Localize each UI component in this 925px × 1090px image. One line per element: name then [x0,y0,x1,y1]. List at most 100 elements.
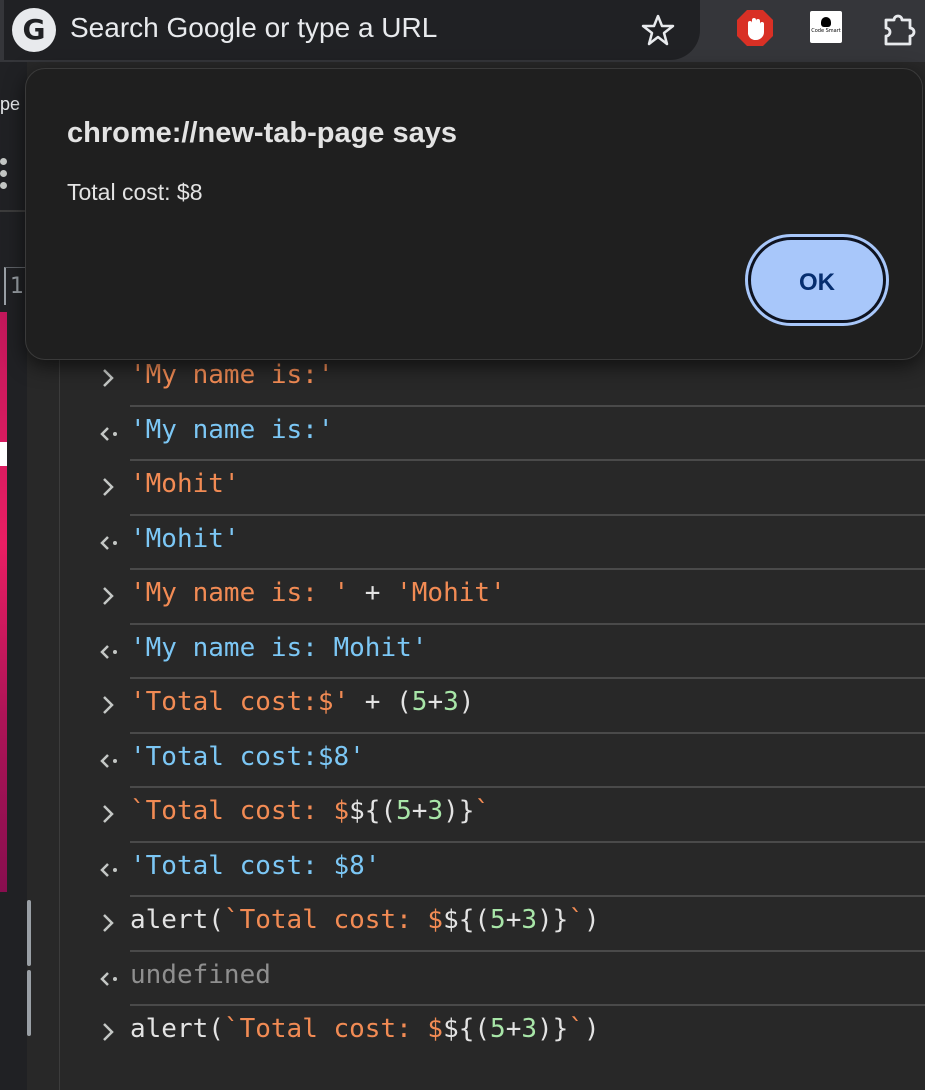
code-token: 'My name is:' [130,360,334,390]
console-code: 'My name is: Mohit' [130,633,427,663]
console-code: 'Mohit' [130,469,240,499]
code-smart-logo-icon [821,17,831,27]
console-code: alert(`Total cost: $${(5+3)}`) [130,905,600,935]
code-token: 'Mohit' [130,469,240,499]
browser-toolbar: G Search Google or type a URL Code Smart [0,0,925,62]
code-token: 3 [443,687,459,717]
code-token: 'Mohit' [396,578,506,608]
console-input-row[interactable]: 'Mohit' [60,461,925,516]
code-token: ` [568,905,584,935]
code-smart-icon[interactable]: Code Smart [810,11,842,43]
omnibox-placeholder[interactable]: Search Google or type a URL [70,12,437,44]
code-token: ) [458,687,475,717]
code-token: 5 [411,687,428,717]
code-token: + [427,687,444,717]
code-token: + [505,905,522,935]
code-token: 5 [490,905,506,935]
console-code: `Total cost: $${(5+3)}` [130,796,490,826]
code-token: alert( [130,905,224,935]
code-token: )} [537,905,569,935]
code-token: 3 [427,796,444,826]
partial-page-text: pe [0,94,21,114]
output-arrow-icon [100,535,117,550]
code-token: undefined [130,959,271,990]
code-token: )} [443,796,475,826]
code-token: 'My name is:' [130,414,334,445]
console-code: 'My name is: ' + 'Mohit' [130,578,506,608]
console-sidebar [27,340,60,1090]
divider [0,210,27,212]
ruler-marker: 1 [4,267,26,305]
console-input-row[interactable]: 'My name is:' [60,352,925,407]
dialog-message: Total cost: $8 [67,179,203,205]
code-token: ${( [443,1014,491,1044]
console-output-row[interactable]: undefined [60,952,925,1006]
console-output-row[interactable]: 'Total cost: $8' [60,843,925,897]
console-code: 'Total cost: $8' [130,851,380,881]
output-arrow-icon [100,753,117,768]
code-token: ) [583,1014,600,1044]
code-token: 'Total cost: $8' [130,850,381,881]
extensions-puzzle-icon[interactable] [880,8,920,48]
code-token: ${( [349,796,397,826]
resize-handle[interactable] [27,900,41,1036]
omnibox[interactable]: G Search Google or type a URL [4,0,700,60]
input-chevron-icon [103,587,114,605]
console-output-row[interactable]: 'Mohit' [60,516,925,570]
code-token: + [349,578,397,608]
code-token: `Total cost: $ [223,905,444,935]
code-token: )} [537,1014,569,1044]
page-edge: pe 1 [0,62,27,1090]
code-token: alert( [130,1014,224,1044]
console-code: alert(`Total cost: $${(5+3)}`) [130,1014,600,1044]
output-arrow-icon [100,644,117,659]
console-code: 'My name is:' [130,360,334,390]
page-image-highlight [0,442,7,466]
input-chevron-icon [103,369,114,387]
bookmark-star-icon[interactable] [636,8,680,52]
code-token: 'My name is: Mohit' [130,632,428,663]
code-token: 3 [521,1014,538,1044]
code-token: ) [583,905,600,935]
input-chevron-icon [103,696,114,714]
google-logo-icon: G [12,8,56,52]
console-code: 'Total cost:$8' [130,742,365,772]
ok-button[interactable]: OK [748,237,886,323]
code-token: + ( [349,687,412,717]
output-arrow-icon [100,971,117,986]
output-arrow-icon [100,426,117,441]
console-output-row[interactable]: 'My name is:' [60,407,925,461]
input-chevron-icon [103,478,114,496]
code-token: ` [568,1014,584,1044]
console-output-row[interactable]: 'My name is: Mohit' [60,625,925,679]
console-output-row[interactable]: 'Total cost:$8' [60,734,925,788]
console-input-row[interactable]: alert(`Total cost: $${(5+3)}`) [60,1006,925,1061]
code-token: 'My name is: ' [130,578,350,608]
console-code: 'Mohit' [130,524,240,554]
console-input-row[interactable]: `Total cost: $${(5+3)}` [60,788,925,843]
code-token: `Total cost: $ [130,796,350,826]
input-chevron-icon [103,914,114,932]
code-token: + [505,1014,522,1044]
ublock-icon[interactable] [735,8,775,48]
console-code: 'My name is:' [130,415,334,445]
code-token: 5 [490,1014,506,1044]
code-token: 'Total cost:$' [130,687,350,717]
code-token: 'Mohit' [130,523,240,554]
code-token: 'Total cost:$8' [130,741,365,772]
input-chevron-icon [103,1023,114,1041]
code-token: `Total cost: $ [223,1014,444,1044]
console-code: undefined [130,960,271,990]
code-token: + [411,796,428,826]
code-token: ${( [443,905,491,935]
console-input-row[interactable]: 'Total cost:$' + (5+3) [60,679,925,734]
output-arrow-icon [100,862,117,877]
dialog-title: chrome://new-tab-page says [67,117,457,149]
console-input-row[interactable]: alert(`Total cost: $${(5+3)}`) [60,897,925,952]
console-input-row[interactable]: 'My name is: ' + 'Mohit' [60,570,925,625]
console-log[interactable]: 'My name is:' 'My name is:' 'Mohit' 'Mohit'… [60,352,925,1061]
kebab-menu-icon[interactable] [0,158,8,198]
input-chevron-icon [103,805,114,823]
code-token: 5 [396,796,412,826]
console-code: 'Total cost:$' + (5+3) [130,687,474,717]
